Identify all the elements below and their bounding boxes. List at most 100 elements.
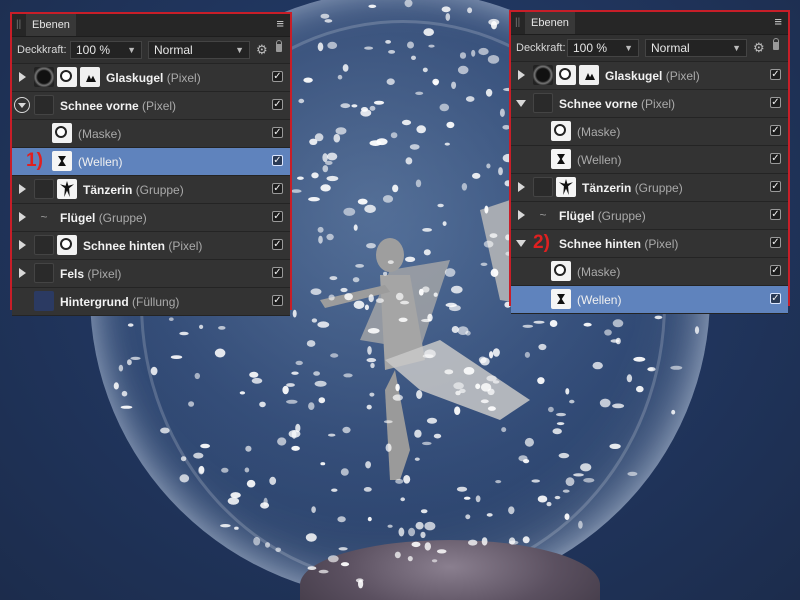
snowflake bbox=[318, 397, 326, 404]
snowflake bbox=[388, 50, 396, 54]
expand-arrow-icon[interactable] bbox=[19, 72, 26, 82]
snowflake bbox=[290, 189, 302, 193]
hamburger-icon[interactable]: ≡ bbox=[276, 17, 284, 31]
snowflake bbox=[414, 429, 422, 438]
lock-icon[interactable] bbox=[773, 38, 779, 50]
snowflake bbox=[454, 406, 461, 416]
snowflake bbox=[444, 142, 450, 146]
visibility-checkbox[interactable]: ✓ bbox=[272, 127, 283, 138]
visibility-checkbox[interactable]: ✓ bbox=[770, 125, 781, 136]
expand-arrow-icon[interactable] bbox=[518, 70, 525, 80]
layer-thumbnail bbox=[34, 179, 54, 199]
expand-arrow-icon[interactable] bbox=[19, 184, 26, 194]
opacity-dropdown[interactable]: 100 % ▼ bbox=[567, 39, 639, 57]
layer-row[interactable]: Fels (Pixel) ✓ bbox=[12, 260, 290, 288]
layer-thumbnail bbox=[551, 261, 571, 281]
snowflake bbox=[422, 354, 434, 358]
expand-arrow-icon[interactable] bbox=[518, 182, 525, 192]
drag-grip-icon[interactable]: || bbox=[515, 17, 521, 28]
snowflake bbox=[461, 183, 468, 191]
layer-row[interactable]: ~ Flügel (Gruppe) ✓ bbox=[12, 204, 290, 232]
snowflake bbox=[565, 477, 575, 486]
snowflake bbox=[314, 133, 324, 142]
visibility-checkbox[interactable]: ✓ bbox=[770, 265, 781, 276]
visibility-checkbox[interactable]: ✓ bbox=[272, 211, 283, 222]
snowflake bbox=[499, 108, 505, 118]
snowflake bbox=[160, 427, 170, 434]
snowflake bbox=[355, 264, 364, 268]
chevron-down-icon: ▼ bbox=[127, 45, 136, 55]
hamburger-icon[interactable]: ≡ bbox=[774, 15, 782, 29]
layer-thumbnail bbox=[551, 121, 571, 141]
expand-arrow-icon[interactable] bbox=[19, 212, 26, 222]
tab-ebenen[interactable]: Ebenen bbox=[26, 14, 76, 36]
layer-row[interactable]: Schnee vorne (Pixel) ✓ bbox=[511, 90, 788, 118]
snowflake bbox=[480, 262, 488, 266]
layer-row[interactable]: (Wellen) ✓ bbox=[511, 286, 788, 314]
expand-arrow-icon[interactable] bbox=[518, 210, 525, 220]
visibility-checkbox[interactable]: ✓ bbox=[770, 293, 781, 304]
layer-row[interactable]: Schnee hinten (Pixel) ✓ 2) bbox=[511, 230, 788, 258]
snowflake bbox=[168, 317, 174, 322]
lock-icon[interactable] bbox=[276, 40, 282, 52]
snowflake bbox=[328, 294, 335, 301]
layer-row[interactable]: Glaskugel (Pixel) ✓ bbox=[511, 62, 788, 90]
visibility-checkbox[interactable]: ✓ bbox=[770, 181, 781, 192]
layer-row[interactable]: Tänzerin (Gruppe) ✓ bbox=[12, 176, 290, 204]
chevron-down-icon: ▼ bbox=[624, 43, 633, 53]
tab-ebenen[interactable]: Ebenen bbox=[525, 12, 575, 34]
snowflake bbox=[239, 391, 246, 395]
visibility-checkbox[interactable]: ✓ bbox=[272, 183, 283, 194]
opacity-dropdown[interactable]: 100 % ▼ bbox=[70, 41, 142, 59]
visibility-checkbox[interactable]: ✓ bbox=[272, 71, 283, 82]
gear-icon[interactable]: ⚙ bbox=[256, 42, 268, 58]
snowflake bbox=[456, 486, 468, 492]
visibility-checkbox[interactable]: ✓ bbox=[770, 97, 781, 108]
layer-row[interactable]: Tänzerin (Gruppe) ✓ bbox=[511, 174, 788, 202]
snowflake bbox=[414, 457, 420, 461]
visibility-checkbox[interactable]: ✓ bbox=[272, 239, 283, 250]
layer-row[interactable]: Glaskugel (Pixel) ✓ bbox=[12, 64, 290, 92]
snowflake bbox=[199, 324, 204, 329]
blend-mode-dropdown[interactable]: Normal ▼ bbox=[148, 41, 250, 59]
snowflake bbox=[385, 40, 391, 44]
visibility-checkbox[interactable]: ✓ bbox=[272, 295, 283, 306]
snowflake bbox=[420, 531, 426, 539]
visibility-checkbox[interactable]: ✓ bbox=[272, 155, 283, 166]
layer-row[interactable]: ~ Flügel (Gruppe) ✓ bbox=[511, 202, 788, 230]
visibility-checkbox[interactable]: ✓ bbox=[770, 153, 781, 164]
snowflake bbox=[230, 492, 241, 499]
visibility-checkbox[interactable]: ✓ bbox=[272, 267, 283, 278]
snowflake bbox=[311, 318, 318, 323]
snowflake bbox=[306, 340, 316, 347]
layer-row[interactable]: (Maske) ✓ bbox=[12, 120, 290, 148]
collapse-arrow-icon[interactable] bbox=[516, 100, 526, 107]
visibility-checkbox[interactable]: ✓ bbox=[272, 99, 283, 110]
snowflake bbox=[548, 406, 554, 413]
visibility-checkbox[interactable]: ✓ bbox=[770, 209, 781, 220]
drag-grip-icon[interactable]: || bbox=[16, 19, 22, 30]
layer-row[interactable]: (Maske) ✓ bbox=[511, 118, 788, 146]
layers-panel-left: || Ebenen ≡ Deckkraft: 100 % ▼ Normal ▼ … bbox=[10, 12, 292, 316]
layer-row[interactable]: Hintergrund (Füllung) ✓ bbox=[12, 288, 290, 316]
visibility-checkbox[interactable]: ✓ bbox=[770, 237, 781, 248]
snowflake bbox=[478, 47, 489, 56]
snowflake bbox=[463, 367, 475, 375]
collapse-arrow-icon[interactable] bbox=[14, 97, 30, 113]
layer-row[interactable]: (Maske) ✓ bbox=[511, 258, 788, 286]
layer-row[interactable]: (Wellen) ✓ 1) bbox=[12, 148, 290, 176]
visibility-checkbox[interactable]: ✓ bbox=[770, 69, 781, 80]
snowflake bbox=[436, 549, 447, 554]
snowflake bbox=[554, 495, 561, 500]
expand-arrow-icon[interactable] bbox=[19, 240, 26, 250]
layer-row[interactable]: (Wellen) ✓ bbox=[511, 146, 788, 174]
gear-icon[interactable]: ⚙ bbox=[753, 40, 765, 56]
layer-row[interactable]: Schnee hinten (Pixel) ✓ bbox=[12, 232, 290, 260]
snowflake bbox=[415, 91, 424, 96]
snowflake bbox=[366, 358, 377, 363]
layer-thumbnail bbox=[533, 177, 553, 197]
expand-arrow-icon[interactable] bbox=[19, 268, 26, 278]
collapse-arrow-icon[interactable] bbox=[516, 240, 526, 247]
layer-row[interactable]: Schnee vorne (Pixel) ✓ bbox=[12, 92, 290, 120]
blend-mode-dropdown[interactable]: Normal ▼ bbox=[645, 39, 747, 57]
